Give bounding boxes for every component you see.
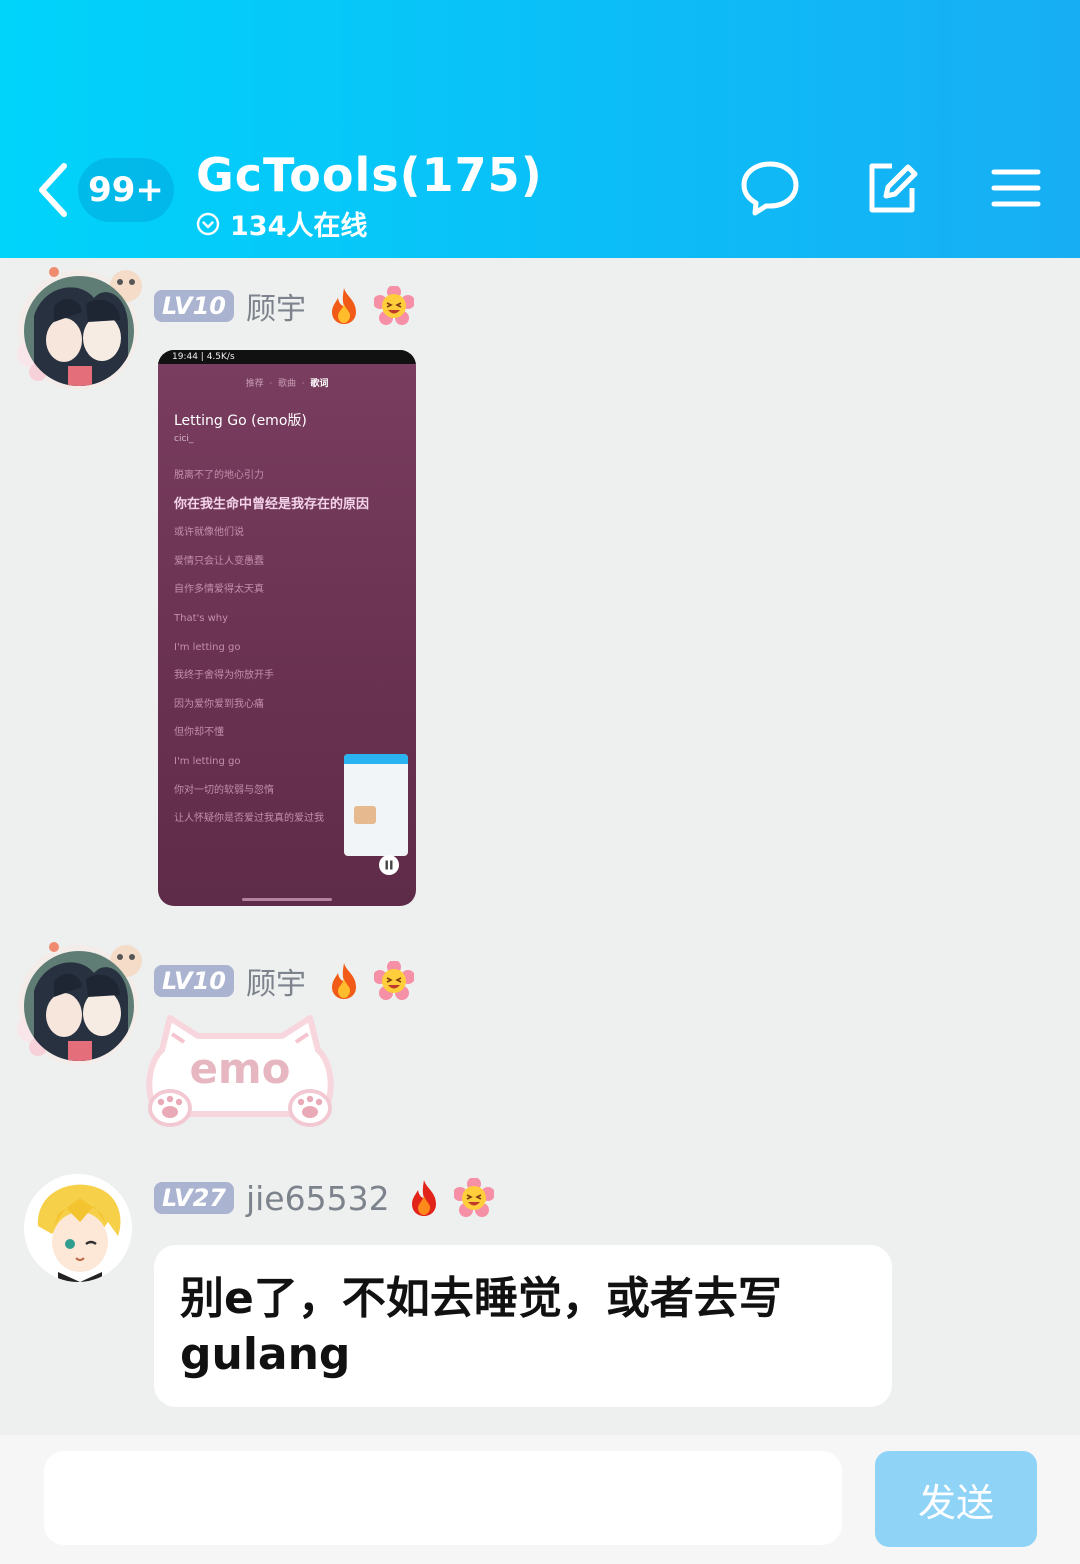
level-badge: LV10: [154, 965, 234, 997]
flower-emoji-icon: [373, 961, 414, 1000]
lyric-line: 但你却不懂: [174, 727, 224, 739]
chat-bubble-icon[interactable]: [740, 158, 800, 218]
sticker-text: emo: [189, 1044, 291, 1093]
online-status[interactable]: 134人在线: [196, 204, 367, 243]
lyric-line: 你对一切的软弱与忽惰: [174, 784, 274, 796]
lyric-line: 脱离不了的地心引力: [174, 470, 264, 481]
text-message-bubble[interactable]: 别e了，不如去睡觉，或者去写gulang: [154, 1245, 892, 1407]
level-badge: LV10: [154, 290, 234, 322]
input-bar: 发送: [0, 1435, 1080, 1564]
pause-icon: [379, 855, 399, 875]
message-input[interactable]: [44, 1451, 842, 1545]
online-count-label: 134人在线: [230, 211, 368, 242]
avatar[interactable]: [24, 276, 134, 386]
level-badge: LV27: [154, 1182, 234, 1214]
message-header: LV27 jie65532: [154, 1178, 494, 1218]
song-title: Letting Go (emo版): [174, 413, 307, 429]
lyric-line: 因为爱你爱到我心痛: [174, 698, 264, 710]
lyric-line: I'm letting go: [174, 641, 241, 653]
phone-tabs: 推荐 · 歌曲 · 歌词: [245, 379, 329, 389]
phone-status-bar: 19:44 | 4.5K/s: [158, 350, 416, 364]
group-title: GcTools(175): [196, 148, 543, 202]
message-header: LV10 顾宇: [154, 284, 414, 328]
sender-nickname[interactable]: jie65532: [246, 1179, 390, 1218]
unread-count-badge[interactable]: 99+: [78, 158, 174, 222]
message-header: LV10 顾宇: [154, 959, 414, 1003]
fire-icon: [331, 963, 356, 999]
avatar[interactable]: [24, 1174, 132, 1282]
lyric-line: 我终于舍得为你放开手: [174, 670, 274, 682]
sender-nickname[interactable]: 顾宇: [246, 284, 306, 328]
image-message[interactable]: 19:44 | 4.5K/s 推荐 · 歌曲 · 歌词 Letting Go (…: [158, 350, 416, 906]
home-indicator: [242, 898, 332, 901]
flower-emoji-icon: [453, 1178, 494, 1217]
flower-emoji-icon: [373, 286, 414, 325]
song-artist: cici_: [174, 434, 194, 444]
lyric-line: That's why: [174, 612, 229, 624]
menu-icon[interactable]: [986, 158, 1046, 218]
lyrics-list: 脱离不了的地心引力 你在我生命中曾经是我存在的原因 或许就像他们说 爱情只会让人…: [174, 462, 369, 834]
emo-sticker[interactable]: emo: [140, 1010, 340, 1135]
sender-nickname[interactable]: 顾宇: [246, 959, 306, 1003]
chevron-down-circle-icon: [196, 212, 220, 235]
lyric-line: 或许就像他们说: [174, 527, 244, 539]
phone-tab-active: 歌词: [310, 379, 329, 389]
message-item: LV10 顾宇 19:44 | 4.5K/s 推荐 · 歌曲 · 歌词 Lett…: [0, 258, 1080, 918]
lyric-line-active: 你在我生命中曾经是我存在的原因: [174, 496, 370, 512]
fire-icon: [411, 1180, 436, 1216]
send-button[interactable]: 发送: [875, 1451, 1037, 1547]
lyric-line: I'm letting go: [174, 755, 241, 767]
fire-icon: [331, 288, 356, 324]
lyric-line: 自作多情爱得太天真: [174, 584, 264, 596]
phone-status-time: 19:44 | 4.5K/s: [172, 352, 235, 362]
floating-window-preview: [344, 754, 408, 856]
edit-icon[interactable]: [862, 158, 922, 218]
lyric-line: 爱情只会让人变愚蠢: [174, 555, 264, 567]
phone-tab: 推荐: [245, 379, 264, 389]
back-arrow-icon[interactable]: [34, 160, 74, 220]
chat-header: 99+ GcTools(175) 134人在线: [0, 0, 1080, 258]
avatar[interactable]: [24, 951, 134, 1061]
lyric-line: 让人怀疑你是否爱过我真的爱过我: [174, 813, 324, 825]
phone-tab: 歌曲: [277, 379, 296, 389]
